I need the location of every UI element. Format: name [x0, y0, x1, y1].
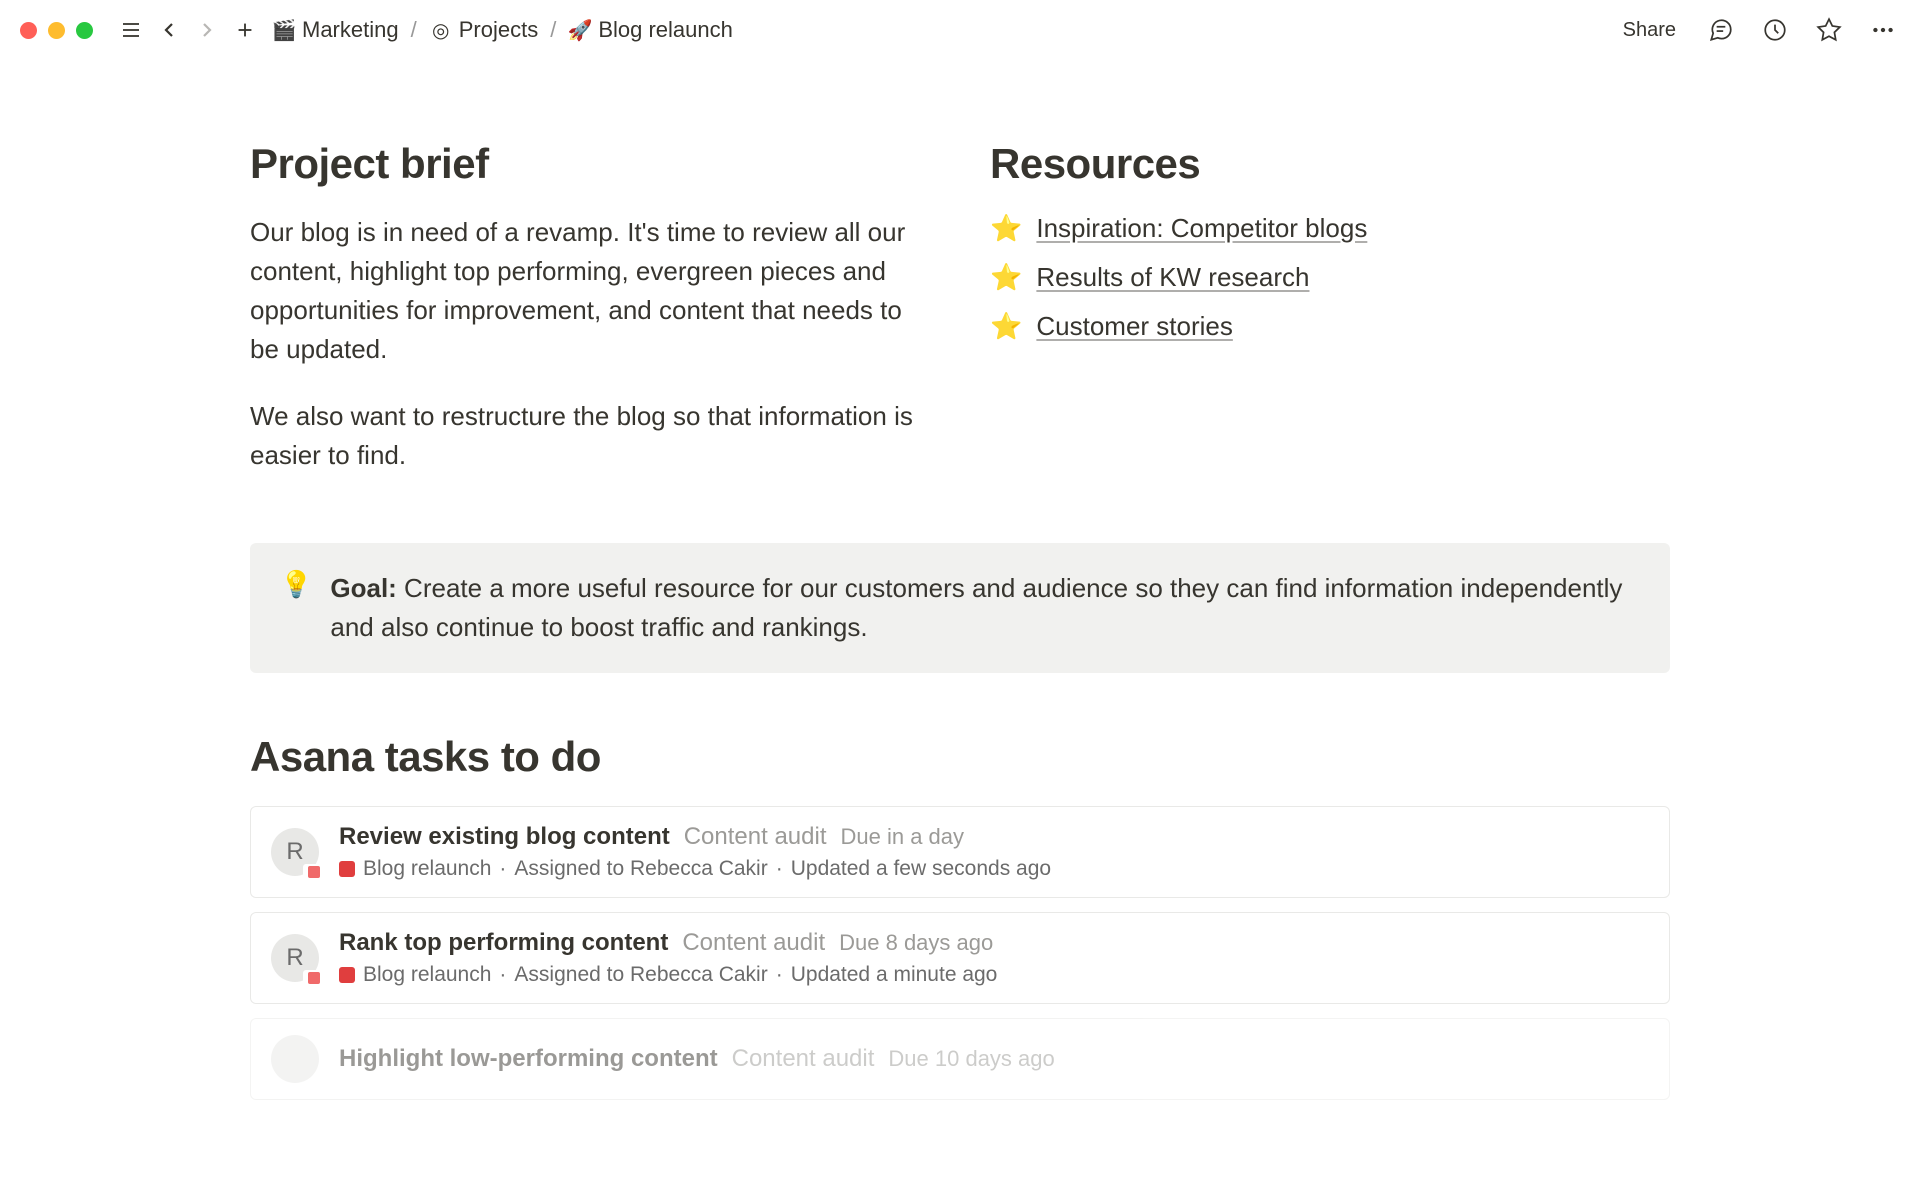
star-icon: ⭐: [990, 311, 1022, 342]
task-updated: Updated a minute ago: [791, 963, 998, 987]
target-icon: ◎: [429, 18, 453, 42]
task-title: Rank top performing content: [339, 929, 668, 957]
star-icon: ⭐: [990, 213, 1022, 244]
task-assignee: Assigned to Rebecca Cakir: [514, 963, 767, 987]
clapperboard-icon: 🎬: [272, 18, 296, 42]
project-brief-column: Project brief Our blog is in need of a r…: [250, 140, 930, 503]
resources-column: Resources ⭐ Inspiration: Competitor blog…: [990, 140, 1670, 503]
maximize-window-button[interactable]: [76, 22, 93, 39]
task-due: Due 10 days ago: [888, 1046, 1054, 1072]
task-category: Content audit: [682, 929, 825, 957]
breadcrumb-label: Marketing: [302, 17, 399, 43]
star-icon: ⭐: [990, 262, 1022, 293]
task-avatar: R: [271, 828, 319, 876]
resource-label: Results of KW research: [1036, 262, 1309, 293]
asana-badge-icon: [303, 864, 325, 880]
task-avatar: R: [271, 934, 319, 982]
topbar: 🎬 Marketing / ◎ Projects / 🚀 Blog relaun…: [0, 0, 1920, 60]
resource-label: Inspiration: Competitor blogs: [1036, 213, 1367, 244]
task-card[interactable]: R Rank top performing content Content au…: [250, 912, 1670, 1004]
favorite-button[interactable]: [1812, 13, 1846, 47]
project-brief-heading[interactable]: Project brief: [250, 140, 930, 188]
resource-link[interactable]: ⭐ Customer stories: [990, 311, 1670, 342]
breadcrumb-label: Blog relaunch: [598, 17, 733, 43]
task-card[interactable]: R Review existing blog content Content a…: [250, 806, 1670, 898]
new-page-button[interactable]: [230, 15, 260, 45]
updates-button[interactable]: [1758, 13, 1792, 47]
asana-badge-icon: [303, 970, 325, 986]
task-category: Content audit: [732, 1045, 875, 1073]
resources-heading[interactable]: Resources: [990, 140, 1670, 188]
more-button[interactable]: [1866, 13, 1900, 47]
project-color-chip: [339, 967, 355, 983]
brief-paragraph-1[interactable]: Our blog is in need of a revamp. It's ti…: [250, 213, 930, 369]
task-category: Content audit: [684, 823, 827, 851]
breadcrumb-item-current[interactable]: 🚀 Blog relaunch: [564, 15, 737, 45]
page-content: Project brief Our blog is in need of a r…: [0, 60, 1920, 1100]
minimize-window-button[interactable]: [48, 22, 65, 39]
sidebar-toggle-button[interactable]: [116, 15, 146, 45]
asana-tasks-heading[interactable]: Asana tasks to do: [250, 733, 1670, 781]
breadcrumb-separator: /: [550, 17, 556, 43]
resource-link[interactable]: ⭐ Inspiration: Competitor blogs: [990, 213, 1670, 244]
nav-back-button[interactable]: [154, 15, 184, 45]
task-card[interactable]: Highlight low-performing content Content…: [250, 1018, 1670, 1100]
task-project: Blog relaunch: [363, 857, 491, 881]
topbar-right: Share: [1615, 13, 1900, 47]
callout-text: Goal: Create a more useful resource for …: [330, 569, 1640, 647]
goal-callout[interactable]: 💡 Goal: Create a more useful resource fo…: [250, 543, 1670, 673]
close-window-button[interactable]: [20, 22, 37, 39]
task-project: Blog relaunch: [363, 963, 491, 987]
share-button[interactable]: Share: [1615, 15, 1684, 46]
project-color-chip: [339, 861, 355, 877]
task-due: Due in a day: [841, 824, 965, 850]
breadcrumb: 🎬 Marketing / ◎ Projects / 🚀 Blog relaun…: [268, 15, 737, 45]
resource-link[interactable]: ⭐ Results of KW research: [990, 262, 1670, 293]
nav-forward-button[interactable]: [192, 15, 222, 45]
breadcrumb-separator: /: [411, 17, 417, 43]
resource-label: Customer stories: [1036, 311, 1233, 342]
task-updated: Updated a few seconds ago: [791, 857, 1051, 881]
breadcrumb-item-projects[interactable]: ◎ Projects: [425, 15, 542, 45]
task-due: Due 8 days ago: [839, 930, 993, 956]
rocket-icon: 🚀: [568, 18, 592, 42]
breadcrumb-item-marketing[interactable]: 🎬 Marketing: [268, 15, 403, 45]
comments-button[interactable]: [1704, 13, 1738, 47]
brief-paragraph-2[interactable]: We also want to restructure the blog so …: [250, 397, 930, 475]
breadcrumb-label: Projects: [459, 17, 538, 43]
task-assignee: Assigned to Rebecca Cakir: [514, 857, 767, 881]
task-title: Highlight low-performing content: [339, 1045, 718, 1073]
task-avatar: [271, 1035, 319, 1083]
asana-tasks-section: Asana tasks to do R Review existing blog…: [250, 733, 1670, 1100]
task-title: Review existing blog content: [339, 823, 670, 851]
window-controls: [20, 22, 93, 39]
lightbulb-icon: 💡: [280, 569, 312, 647]
